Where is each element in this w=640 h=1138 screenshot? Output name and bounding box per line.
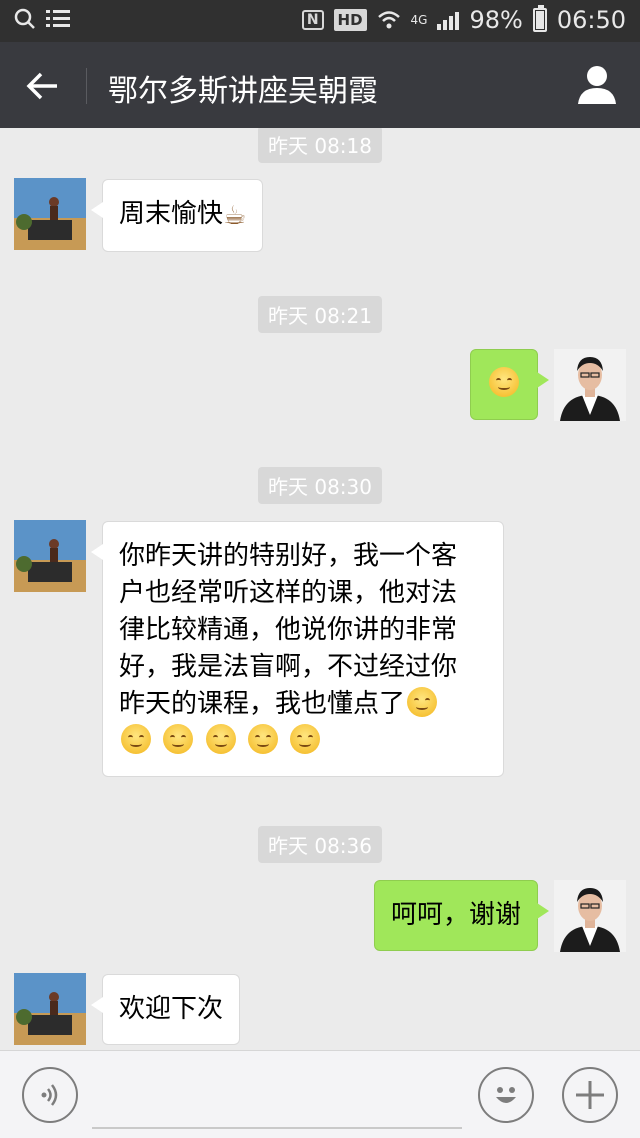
back-button[interactable] [20, 64, 64, 108]
header-divider [86, 68, 87, 104]
timestamp: 昨天 08:36 [258, 826, 382, 863]
search-icon [14, 8, 35, 29]
contact-avatar[interactable] [14, 973, 86, 1045]
plus-icon [576, 1081, 604, 1109]
network-type: 4G [410, 13, 428, 27]
status-right: N HD 4G 98% 06:50 [301, 5, 626, 34]
voice-button[interactable] [22, 1067, 78, 1123]
input-bar [0, 1050, 640, 1138]
status-bar: N HD 4G 98% 06:50 [0, 0, 640, 42]
more-button[interactable] [562, 1067, 618, 1123]
message-line: 好，我是法盲啊，不过经过你 [119, 652, 458, 682]
message-bubble-received[interactable]: 周末愉快☕ [90, 179, 264, 252]
smile-emoji-icon [163, 724, 194, 754]
list-icon [46, 10, 70, 27]
voice-icon [41, 1084, 58, 1106]
smiley-icon [496, 1087, 516, 1103]
status-left [14, 8, 70, 30]
clock: 06:50 [556, 6, 626, 34]
timestamp: 昨天 08:30 [258, 467, 382, 504]
message-line-with-emoji: 昨天的课程，我也懂点了 [119, 686, 487, 723]
message-input[interactable] [92, 1127, 462, 1129]
timestamp: 昨天 08:21 [258, 296, 382, 333]
hd-badge: HD [333, 9, 367, 31]
signal-icon [437, 10, 460, 30]
emoji-button[interactable] [478, 1067, 534, 1123]
message-bubble-received[interactable]: 你昨天讲的特别好，我一个客 户也经常听这样的课，他对法 律比较精通，他说你讲的非… [91, 521, 504, 777]
message-text: 呵呵，谢谢 [390, 900, 521, 930]
arrow-left-icon [26, 72, 57, 100]
person-icon [578, 66, 616, 104]
battery-icon [532, 5, 547, 32]
message-bubble-sent[interactable]: 呵呵，谢谢 [373, 880, 550, 951]
message-line: 律比较精通，他说你讲的非常 [119, 615, 458, 645]
chat-header: 鄂尔多斯讲座吴朝霞 [0, 42, 640, 128]
message-bubble-received[interactable]: 欢迎下次 [90, 974, 241, 1045]
emoji-row [119, 723, 487, 760]
contact-avatar[interactable] [14, 178, 86, 250]
message-line: 户也经常听这样的课，他对法 [119, 578, 458, 608]
smile-emoji-icon [247, 724, 278, 754]
message-list[interactable]: 昨天 08:18 周末愉快☕ 昨天 08:21 昨天 08:30 你昨天讲的特别… [0, 128, 640, 1050]
smile-emoji-icon [121, 724, 151, 754]
message-line: 你昨天讲的特别好，我一个客 [119, 541, 458, 571]
contact-avatar[interactable] [14, 520, 86, 592]
message-bubble-sent[interactable] [470, 349, 549, 420]
coffee-icon: ☕ [223, 201, 247, 231]
nfc-icon: N [301, 10, 324, 30]
wifi-icon [377, 11, 400, 29]
message-line: 昨天的课程，我也懂点了 [119, 689, 406, 719]
smile-emoji-icon [205, 724, 236, 754]
smile-emoji-icon [290, 724, 321, 754]
chat-title: 鄂尔多斯讲座吴朝霞 [108, 74, 378, 109]
message-text: 周末愉快 [119, 199, 224, 229]
smile-emoji-icon [489, 367, 519, 397]
chat-info-button[interactable] [574, 62, 620, 108]
message-text: 欢迎下次 [119, 994, 224, 1024]
my-avatar[interactable] [554, 880, 626, 952]
timestamp: 昨天 08:18 [258, 128, 382, 163]
battery-percent: 98% [469, 6, 523, 34]
my-avatar[interactable] [554, 349, 626, 421]
smile-emoji-icon [407, 687, 438, 717]
